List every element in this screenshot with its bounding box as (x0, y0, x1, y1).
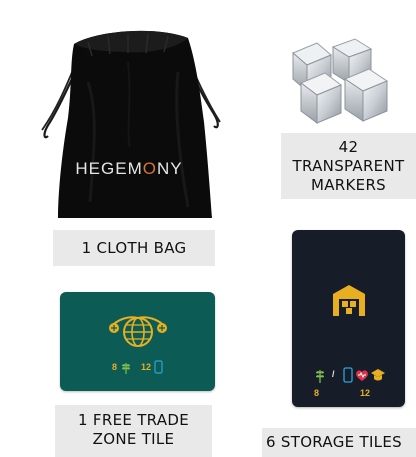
phone-icon (343, 367, 353, 383)
ftz-stats: 8 12 (112, 360, 163, 374)
free-trade-zone-label: 1 FREE TRADE ZONE TILE (55, 405, 212, 457)
cloth-bag: HEGEMONY (28, 22, 230, 222)
ftz-label-line1: 1 FREE TRADE (78, 411, 189, 429)
free-trade-zone-tile: 8 12 (60, 292, 215, 391)
wheat-icon (122, 363, 131, 374)
cube-front-left (300, 72, 342, 124)
storage-tiles-label: 6 STORAGE TILES (262, 428, 416, 457)
health-icon (356, 370, 368, 381)
markers-count: 42 (338, 138, 359, 156)
bag-brand-text: HEGEMONY (75, 159, 183, 178)
storage-separator: / (332, 369, 335, 379)
ftz-label-line2: ZONE TILE (92, 430, 175, 448)
markers-label-line3: MARKERS (311, 176, 386, 194)
cube-front-right (343, 68, 389, 122)
ftz-value-left: 8 (112, 362, 118, 372)
phone-icon (154, 360, 163, 374)
markers-label: 42 TRANSPARENT MARKERS (281, 133, 416, 199)
warehouse-icon (333, 285, 365, 316)
cloth-bag-label: 1 CLOTH BAG (53, 230, 215, 266)
cloth-bag-image (41, 30, 221, 218)
education-icon (371, 369, 385, 381)
transparent-cubes-icon (283, 35, 395, 130)
markers-label-line2: TRANSPARENT (292, 157, 405, 175)
wheat-icon (316, 370, 324, 383)
storage-value-left: 8 (314, 388, 320, 398)
storage-value-right: 12 (360, 388, 371, 398)
globe-trade-icon (109, 316, 167, 347)
ftz-value-right: 12 (141, 362, 152, 372)
storage-tile: / 8 12 (292, 230, 405, 407)
